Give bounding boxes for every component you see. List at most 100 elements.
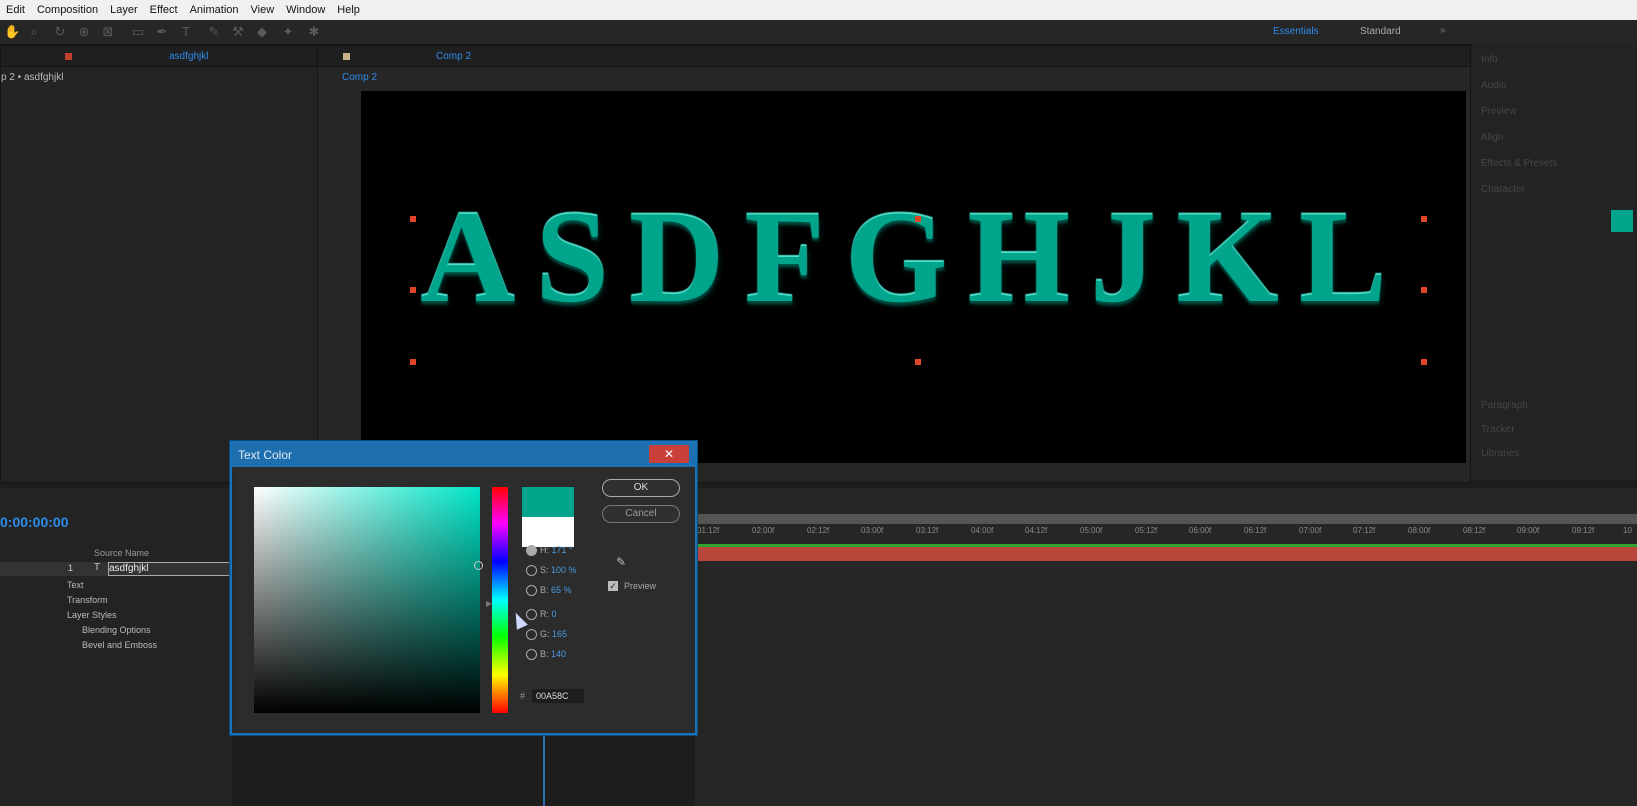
green-value[interactable]: 165 [552, 629, 567, 639]
panel-libraries[interactable]: Libraries [1481, 448, 1519, 459]
camera-tool-icon[interactable]: ⊕ [76, 24, 92, 40]
menu-animation[interactable]: Animation [184, 4, 245, 16]
label-color-swatch [65, 53, 72, 60]
prop-text[interactable]: Text [67, 580, 84, 590]
panel-preview[interactable]: Preview [1481, 106, 1517, 117]
effect-controls-tab[interactable]: asdfghjkl [169, 51, 208, 62]
prop-bevel-emboss[interactable]: Bevel and Emboss [82, 640, 157, 650]
pen-tool-icon[interactable]: ✒ [154, 24, 170, 40]
fill-color-swatch[interactable] [1611, 210, 1633, 232]
hue-slider-arrow-icon[interactable]: ▶ [486, 599, 492, 608]
radio-brightness[interactable] [526, 585, 537, 597]
dialog-body: ▶ OK Cancel ✎ ✓ Preview H: 171 ° S: 100 … [236, 467, 691, 729]
bbox-handle[interactable] [1421, 216, 1427, 222]
saturation-value[interactable]: 100 % [551, 565, 577, 575]
field-brightness[interactable]: B: 65 % [526, 585, 572, 597]
puppet-tool-icon[interactable]: ✱ [306, 24, 322, 40]
original-color-swatch[interactable] [522, 517, 574, 547]
bbox-handle[interactable] [410, 359, 416, 365]
field-hue[interactable]: H: 171 ° [526, 545, 573, 557]
workspace-essentials[interactable]: Essentials [1273, 26, 1319, 37]
comp-viewer[interactable]: ASDFGHJKL [361, 91, 1466, 463]
menu-window[interactable]: Window [280, 4, 331, 16]
time-tick: 02:12f [807, 526, 830, 535]
field-green[interactable]: G: 165 [526, 629, 567, 641]
brightness-value[interactable]: 65 % [551, 585, 572, 595]
timecode[interactable]: 0:00:00:00 [0, 514, 69, 530]
cancel-button[interactable]: Cancel [602, 505, 680, 523]
color-picker-marker[interactable] [474, 561, 483, 570]
layer-duration-bar[interactable] [695, 547, 1637, 561]
panel-character[interactable]: Character [1481, 184, 1525, 195]
radio-hue[interactable] [526, 545, 537, 557]
preview-checkbox[interactable]: ✓ [608, 581, 618, 591]
panel-paragraph[interactable]: Paragraph [1481, 400, 1528, 411]
panel-tracker[interactable]: Tracker [1481, 424, 1515, 435]
canvas-text-layer[interactable]: ASDFGHJKL [361, 191, 1466, 323]
rectangle-tool-icon[interactable]: ▭ [130, 24, 146, 40]
field-blue[interactable]: B: 140 [526, 649, 566, 661]
radio-saturation[interactable] [526, 565, 537, 577]
bbox-handle[interactable] [410, 216, 416, 222]
red-value[interactable]: 0 [552, 609, 557, 619]
time-tick: 05:12f [1135, 526, 1158, 535]
panel-info[interactable]: Info [1481, 54, 1498, 65]
dialog-title: Text Color [238, 448, 293, 462]
eraser-tool-icon[interactable]: ◆ [254, 24, 270, 40]
field-red[interactable]: R: 0 [526, 609, 557, 621]
comp-subtab[interactable]: Comp 2 [342, 72, 377, 83]
rotate-tool-icon[interactable]: ↻ [52, 24, 68, 40]
menu-composition[interactable]: Composition [31, 4, 104, 16]
hand-tool-icon[interactable]: ✋ [4, 24, 20, 40]
bbox-handle[interactable] [1421, 359, 1427, 365]
time-tick: 08:00f [1408, 526, 1431, 535]
hue-slider[interactable] [492, 487, 508, 713]
bbox-handle[interactable] [915, 216, 921, 222]
prop-blending-options[interactable]: Blending Options [82, 625, 151, 635]
menu-layer[interactable]: Layer [104, 4, 144, 16]
brush-tool-icon[interactable]: ✎ [206, 24, 222, 40]
blue-value[interactable]: 140 [551, 649, 566, 659]
pan-tool-icon[interactable]: ⊠ [100, 24, 116, 40]
menu-view[interactable]: View [245, 4, 281, 16]
type-tool-icon[interactable]: T [178, 24, 194, 40]
menu-effect[interactable]: Effect [144, 4, 184, 16]
eyedropper-icon[interactable]: ✎ [616, 555, 626, 569]
bbox-handle[interactable] [1421, 287, 1427, 293]
radio-blue[interactable] [526, 649, 537, 661]
zoom-tool-icon[interactable]: ⌕ [26, 24, 42, 40]
menu-edit[interactable]: Edit [0, 4, 31, 16]
time-tick: 04:12f [1025, 526, 1048, 535]
clone-tool-icon[interactable]: ⚒ [230, 24, 246, 40]
field-saturation[interactable]: S: 100 % [526, 565, 577, 577]
panel-audio[interactable]: Audio [1481, 80, 1507, 91]
workspace-more-icon[interactable]: » [1440, 25, 1446, 36]
hue-value[interactable]: 171 ° [552, 545, 573, 555]
red-label: R: [540, 609, 549, 619]
menu-help[interactable]: Help [331, 4, 366, 16]
panel-align[interactable]: Align [1481, 132, 1503, 143]
time-tick: 06:00f [1189, 526, 1212, 535]
time-tick: 04:00f [971, 526, 994, 535]
dialog-titlebar[interactable]: Text Color ✕ [232, 443, 695, 467]
hex-input[interactable]: 00A58C [532, 689, 584, 703]
prop-transform[interactable]: Transform [67, 595, 108, 605]
brightness-label: B: [540, 585, 549, 595]
panel-effects-presets[interactable]: Effects & Presets [1481, 158, 1558, 169]
ok-button[interactable]: OK [602, 479, 680, 497]
work-area-bar[interactable] [695, 514, 1637, 524]
layer-row[interactable]: 1 T asdfghjkl [0, 562, 232, 576]
close-button[interactable]: ✕ [649, 445, 689, 463]
roto-tool-icon[interactable]: ✦ [280, 24, 296, 40]
saturation-brightness-field[interactable] [254, 487, 483, 713]
layer-name-field[interactable]: asdfghjkl [108, 562, 232, 576]
radio-green[interactable] [526, 629, 537, 641]
bbox-handle[interactable] [915, 359, 921, 365]
layer-index: 1 [68, 563, 74, 573]
comp-tab[interactable]: Comp 2 [436, 51, 471, 62]
prop-layer-styles[interactable]: Layer Styles [67, 610, 117, 620]
bbox-handle[interactable] [410, 287, 416, 293]
radio-red[interactable] [526, 609, 537, 621]
workspace-standard[interactable]: Standard [1360, 26, 1401, 37]
playhead-line[interactable] [543, 730, 545, 806]
